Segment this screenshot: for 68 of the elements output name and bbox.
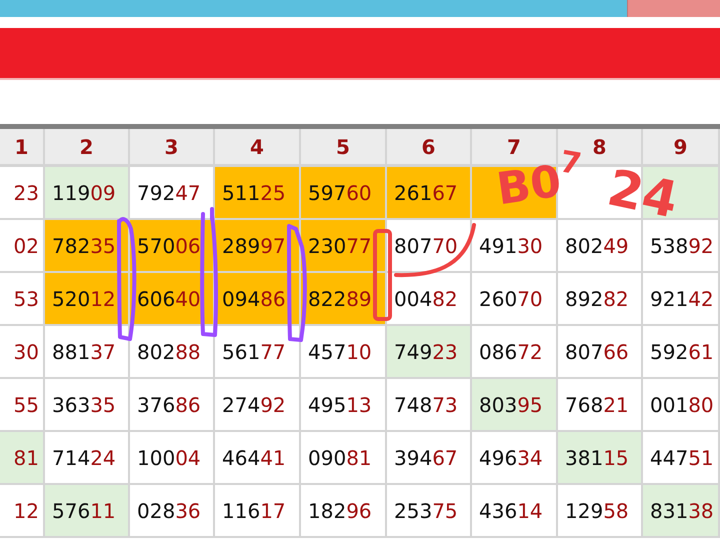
column-header: 3 [130,129,215,167]
result-number: 53892 [650,234,714,258]
result-number: 39467 [394,446,458,470]
result-number: 80770 [394,234,458,258]
column-header: 9 [643,129,720,167]
result-number: 52012 [52,286,116,310]
result-number: 80766 [565,340,629,364]
result-number: 78235 [52,234,116,258]
result-number: 09486 [222,286,286,310]
result-number: 80395 [479,392,543,416]
result-number: 02 [14,234,39,258]
result-number: 09081 [308,446,372,470]
result-number: 23077 [308,234,372,258]
result-number: 11909 [52,180,116,204]
result-number: 27492 [222,392,286,416]
result-number: 25375 [394,498,458,522]
result-number: 71424 [52,446,116,470]
result-number: 28997 [222,234,286,258]
result-number: 59261 [650,340,714,364]
result-number: 81 [14,446,39,470]
result-number: 74873 [394,392,458,416]
result-number: 57611 [52,498,116,522]
column-header: 5 [301,129,387,167]
result-number: 79247 [137,180,201,204]
result-number: 83138 [650,498,714,522]
result-number: 88137 [52,340,116,364]
result-number: 51125 [222,180,286,204]
result-number: 12 [14,498,39,522]
result-number: 23 [14,180,39,204]
result-number: 49634 [479,446,543,470]
result-number: 92142 [650,286,714,310]
result-number: 46441 [222,446,286,470]
result-number: 76821 [565,392,629,416]
result-number: 26167 [394,180,458,204]
result-number: 44751 [650,446,714,470]
column-header: 4 [215,129,301,167]
result-number: 82289 [308,286,372,310]
result-number: 00180 [650,392,714,416]
result-number: 18296 [308,498,372,522]
result-number: 56177 [222,340,286,364]
result-number: 45710 [308,340,372,364]
result-number: 37686 [137,392,201,416]
result-number: 55 [14,392,39,416]
result-number: 12958 [565,498,629,522]
result-number: 38115 [565,446,629,470]
corner-button[interactable] [627,0,720,17]
column-header: 6 [387,129,472,167]
result-number: 02836 [137,498,201,522]
result-number: 43614 [479,498,543,522]
result-number: 59760 [308,180,372,204]
result-number: 80249 [565,234,629,258]
result-number: 53 [14,286,39,310]
result-number: 08672 [479,340,543,364]
result-number: 30 [14,340,39,364]
result-number: 36335 [52,392,116,416]
result-number: 49130 [479,234,543,258]
column-header: 1 [0,129,45,167]
result-number: 60640 [137,286,201,310]
result-number: 89282 [565,286,629,310]
result-number: 10004 [137,446,201,470]
result-number: 80288 [137,340,201,364]
result-number: 57006 [137,234,201,258]
result-number: 26070 [479,286,543,310]
column-header: 2 [45,129,130,167]
result-number: 00482 [394,286,458,310]
result-number: 49513 [308,392,372,416]
result-number: 74923 [394,340,458,364]
result-number: 11617 [222,498,286,522]
